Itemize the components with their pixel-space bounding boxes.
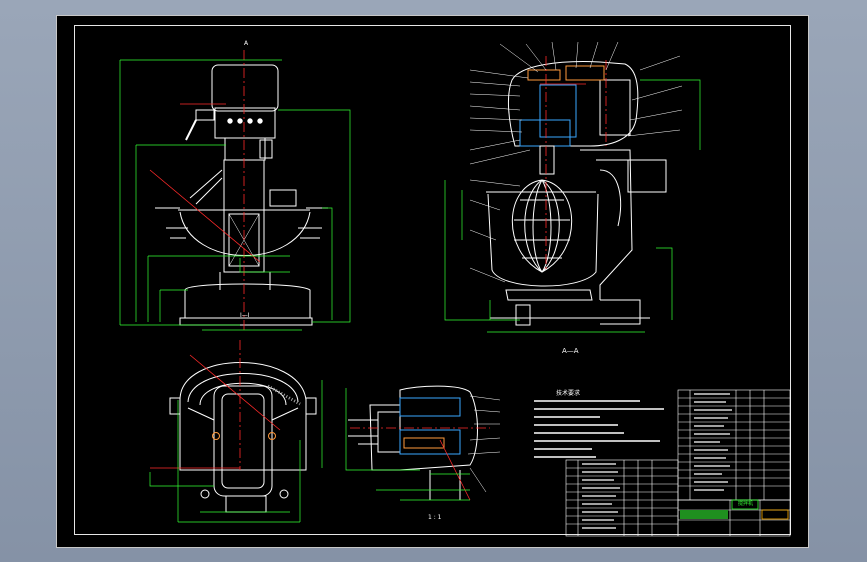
detail-view-leaders — [467, 395, 501, 493]
section-view-dimensions — [444, 79, 701, 333]
tech-requirements-title: 技术要求 — [556, 390, 581, 397]
cad-drawing — [119, 41, 791, 537]
front-view-centerlines — [149, 50, 261, 330]
title-block-name: 搅拌机 — [738, 501, 754, 507]
side-view-label: A — [244, 40, 249, 47]
top-view — [169, 362, 317, 513]
front-view-dimensions — [119, 59, 351, 331]
front-view-label: I—I — [240, 312, 250, 319]
section-view-leaders — [469, 41, 683, 283]
parts-list — [565, 389, 791, 537]
top-view-dimensions — [149, 380, 323, 523]
detail-scale-label: 1 : 1 — [428, 514, 442, 521]
section-view-centerlines — [540, 56, 607, 270]
section-view-label: A—A — [562, 347, 579, 355]
title-block-accent — [680, 499, 789, 520]
tech-requirements-lines — [534, 400, 664, 458]
detail-view — [348, 385, 478, 500]
section-view — [486, 61, 667, 326]
